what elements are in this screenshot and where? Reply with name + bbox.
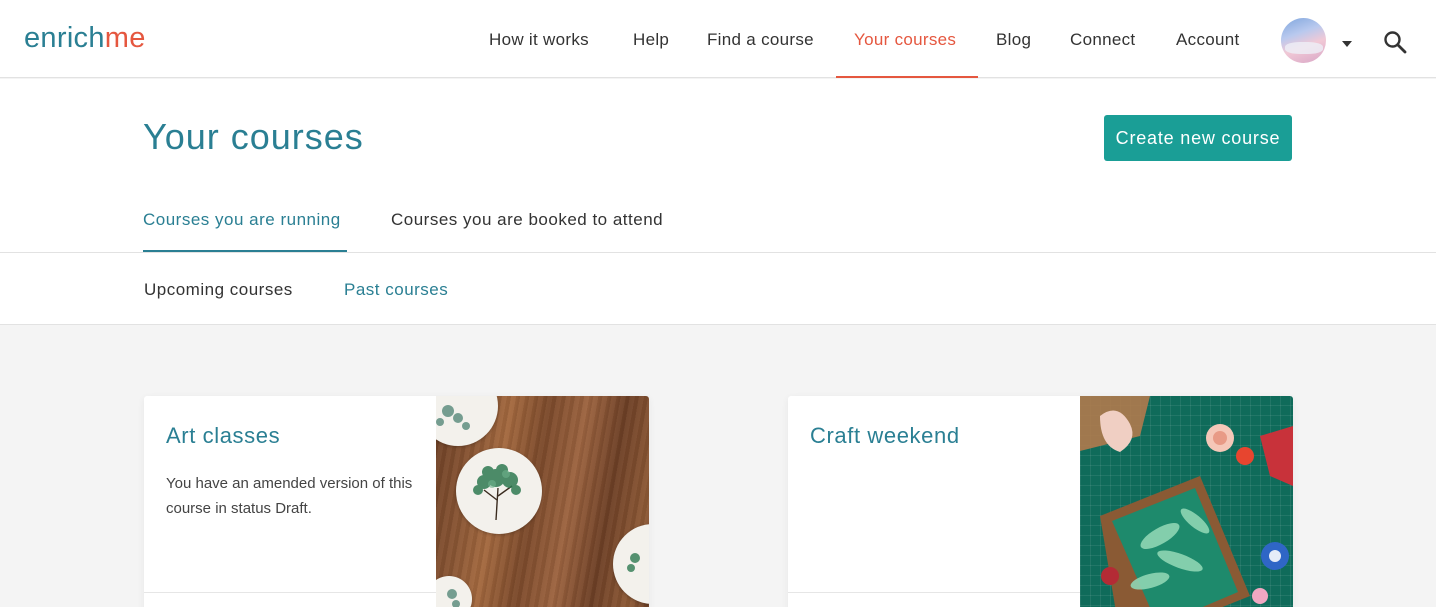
subtab-upcoming-courses[interactable]: Upcoming courses <box>144 280 293 300</box>
subtabs-divider <box>0 324 1436 325</box>
course-card-art-classes[interactable]: Art classes You have an amended version … <box>144 396 649 607</box>
nav-help[interactable]: Help <box>633 0 669 78</box>
nav-blog[interactable]: Blog <box>996 0 1031 78</box>
top-nav-bar: enrichme How it works Help Find a course… <box>0 0 1436 78</box>
nav-account[interactable]: Account <box>1176 0 1240 78</box>
nav-your-courses[interactable]: Your courses <box>854 0 956 78</box>
search-icon[interactable] <box>1383 30 1407 54</box>
course-image-craft-weekend <box>1080 396 1293 607</box>
tab-courses-running[interactable]: Courses you are running <box>143 210 341 230</box>
tabs-divider <box>0 252 1436 253</box>
course-image-art-classes <box>436 396 649 607</box>
page-title: Your courses <box>143 116 364 157</box>
subtab-past-courses[interactable]: Past courses <box>344 280 448 300</box>
card-footer-divider <box>788 592 1080 593</box>
create-new-course-button[interactable]: Create new course <box>1104 115 1292 161</box>
course-status-note: You have an amended version of this cour… <box>166 475 413 517</box>
nav-find-a-course[interactable]: Find a course <box>707 0 814 78</box>
course-card-craft-weekend[interactable]: Craft weekend <box>788 396 1293 607</box>
logo-part-me: me <box>104 22 146 54</box>
tab-courses-booked[interactable]: Courses you are booked to attend <box>391 210 663 230</box>
enrichme-logo[interactable]: enrichme <box>24 22 146 55</box>
caret-down-icon[interactable] <box>1342 41 1352 47</box>
nav-active-indicator <box>836 76 978 78</box>
user-avatar[interactable] <box>1281 18 1326 63</box>
course-title[interactable]: Art classes <box>166 423 280 449</box>
course-title[interactable]: Craft weekend <box>810 423 960 449</box>
nav-how-it-works[interactable]: How it works <box>489 0 589 78</box>
logo-part-enrich: enrich <box>24 22 105 54</box>
nav-connect[interactable]: Connect <box>1070 0 1135 78</box>
card-footer-divider <box>144 592 436 593</box>
